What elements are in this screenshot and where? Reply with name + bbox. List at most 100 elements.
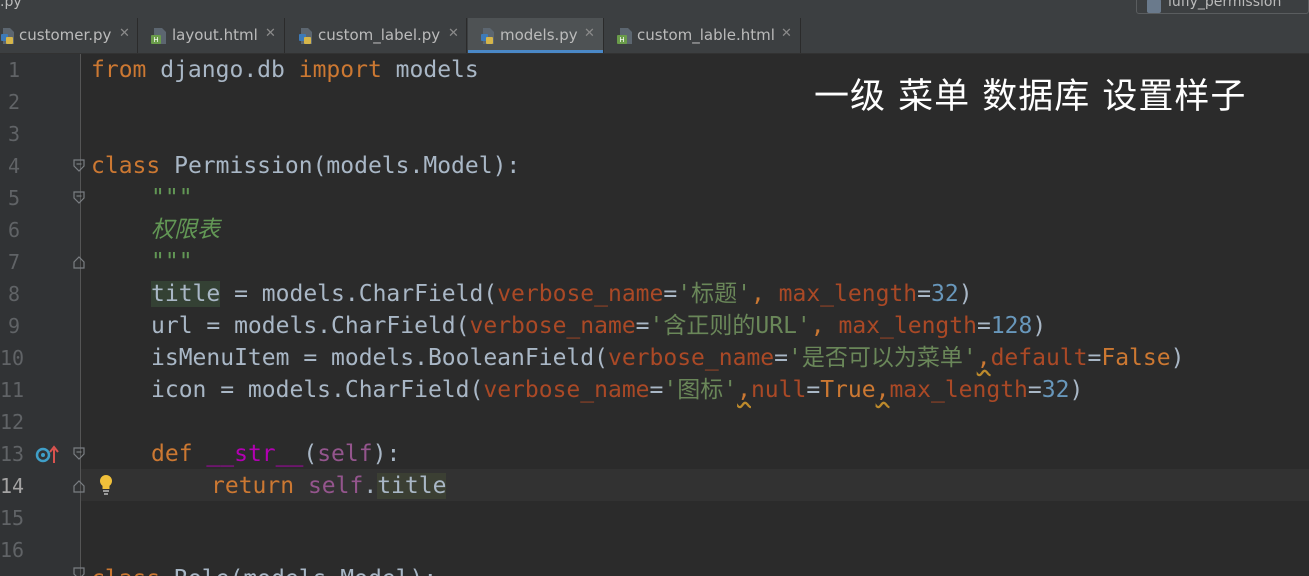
code-line-14: return self.title: [211, 470, 447, 502]
line-number: 5: [7, 186, 20, 210]
code-line-1: from django.db import models: [91, 54, 479, 86]
title-strip: .py lufly_permission: [0, 0, 1309, 18]
override-method-icon[interactable]: [35, 444, 61, 466]
keyword-argument: max_length: [838, 313, 977, 339]
fold-marker-icon[interactable]: [71, 566, 87, 576]
tab-label: customer.py: [19, 26, 112, 44]
run-config-selector[interactable]: lufly_permission: [1136, 0, 1309, 14]
keyword: return: [211, 473, 295, 499]
code-text: (: [303, 441, 318, 467]
code-text: =: [635, 313, 650, 339]
editor-tab-bar: customer.py ✕ H layout.html ✕ custom_lab…: [0, 18, 1309, 54]
code-line-10: isMenuItem = models.BooleanField(verbose…: [151, 342, 1184, 374]
class-declaration: Role(models.Model):: [160, 566, 437, 576]
python-file-icon: [1, 28, 14, 44]
close-icon[interactable]: ✕: [781, 26, 792, 41]
keyword: class: [91, 566, 160, 576]
code-text: .: [363, 473, 378, 499]
keyword: class: [91, 153, 161, 179]
string-literal: '图标': [663, 377, 738, 403]
code-text: =: [1087, 345, 1102, 371]
number-literal: 32: [930, 281, 959, 307]
line-number: 8: [7, 282, 20, 306]
keyword: from: [91, 57, 147, 83]
code-text: ): [958, 281, 973, 307]
svg-text:H: H: [153, 36, 158, 44]
keyword: import: [298, 57, 382, 83]
keyword: False: [1101, 345, 1171, 371]
code-text: ,: [810, 313, 839, 339]
fold-marker-icon[interactable]: [71, 190, 87, 206]
number-literal: 32: [1041, 377, 1070, 403]
line-number: 1: [7, 58, 20, 82]
keyword-argument: max_length: [889, 377, 1028, 403]
class-declaration: Permission(models.Model):: [160, 153, 521, 179]
python-file-icon: [299, 28, 312, 44]
svg-text:H: H: [619, 36, 624, 44]
code-text: =: [774, 345, 788, 371]
code-text: ):: [372, 441, 401, 467]
identifier: models: [381, 57, 479, 83]
code-text: =: [917, 281, 931, 307]
keyword-argument: verbose_name: [483, 377, 650, 403]
code-text: ): [1170, 345, 1185, 371]
code-text: =: [663, 281, 678, 307]
fold-marker-icon[interactable]: [71, 254, 87, 270]
docstring: """: [151, 185, 193, 211]
file-name-fragment: .py: [0, 0, 22, 10]
keyword-argument: verbose_name: [497, 281, 664, 307]
code-line-17: class Role(models.Model):: [91, 563, 437, 576]
close-icon[interactable]: ✕: [584, 26, 595, 41]
line-number: 11: [0, 378, 25, 402]
line-number: 13: [0, 442, 25, 466]
string-literal: '标题': [677, 281, 751, 307]
keyword-argument: verbose_name: [469, 313, 636, 339]
fold-marker-icon[interactable]: [71, 446, 87, 462]
line-number: 4: [7, 154, 20, 178]
string-literal: '含正则的URL': [649, 313, 811, 339]
overlay-caption: 一级 菜单 数据库 设置样子: [814, 77, 1247, 117]
line-number: 10: [0, 346, 25, 370]
line-number: 7: [7, 250, 20, 274]
method-name: __str__: [206, 441, 304, 467]
keyword-argument: null: [750, 377, 807, 403]
line-number: 15: [0, 506, 25, 530]
identifier-highlighted: title: [151, 281, 221, 307]
close-icon[interactable]: ✕: [119, 26, 130, 41]
tab-layout-html[interactable]: H layout.html ✕: [139, 18, 285, 53]
code-text: url = models.CharField(: [151, 313, 470, 339]
run-config-label: lufly_permission: [1168, 0, 1282, 10]
keyword: True: [820, 377, 876, 403]
tab-customer-py[interactable]: customer.py ✕: [0, 18, 138, 53]
identifier-highlighted: title: [377, 473, 447, 499]
code-text: =: [649, 377, 664, 403]
fold-marker-icon[interactable]: [71, 158, 87, 174]
fold-marker-icon[interactable]: [71, 478, 87, 494]
close-icon[interactable]: ✕: [448, 26, 459, 41]
tab-custom-label-py[interactable]: custom_label.py ✕: [286, 18, 467, 53]
code-text: ,: [976, 345, 991, 371]
line-number: 16: [0, 538, 25, 562]
code-text: = models.CharField(: [220, 281, 498, 307]
line-number: 6: [7, 218, 20, 242]
number-literal: 128: [990, 313, 1033, 339]
code-text: isMenuItem = models.BooleanField(: [151, 345, 608, 371]
tab-label: custom_lable.html: [637, 26, 775, 44]
ide-window: .py lufly_permission customer.py ✕ H lay…: [0, 0, 1309, 576]
keyword-argument: verbose_name: [607, 345, 775, 371]
keyword-argument: default: [990, 345, 1088, 371]
intention-bulb-icon[interactable]: [98, 474, 114, 496]
code-line-9: url = models.CharField(verbose_name='含正则…: [151, 310, 1046, 342]
tab-models-py[interactable]: models.py ✕: [468, 18, 604, 53]
code-text: ): [1069, 377, 1084, 403]
tab-label: custom_label.py: [318, 26, 441, 44]
keyword-argument: max_length: [778, 281, 918, 307]
tab-custom-lable-html[interactable]: H custom_lable.html ✕: [605, 18, 801, 53]
code-line-11: icon = models.CharField(verbose_name='图标…: [151, 374, 1083, 406]
code-text: ,: [737, 377, 751, 403]
close-icon[interactable]: ✕: [265, 26, 276, 41]
html-file-icon: H: [617, 28, 632, 44]
line-number: 12: [0, 410, 25, 434]
code-line-5: """: [151, 182, 193, 214]
